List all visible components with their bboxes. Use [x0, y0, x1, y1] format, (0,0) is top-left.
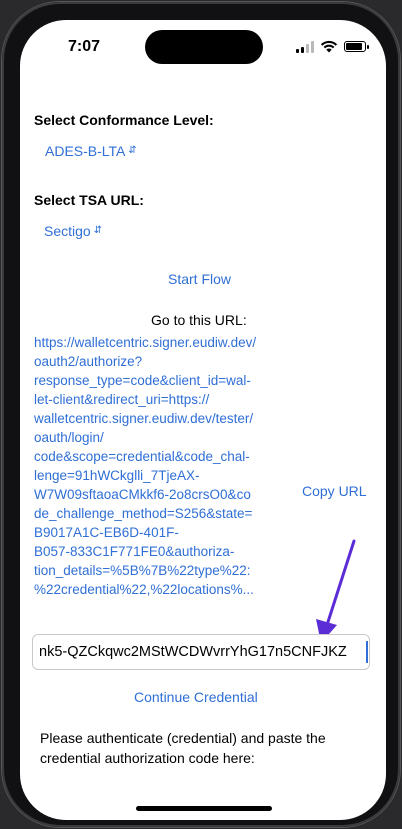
conformance-level-value: ADES-B-LTA [45, 143, 126, 159]
conformance-level-label: Select Conformance Level: [34, 112, 214, 128]
continue-credential-button[interactable]: Continue Credential [134, 689, 258, 705]
tsa-url-value: Sectigo [44, 223, 91, 239]
app-screen: 7:07 Select Conformance Level: ADES-B-LT… [20, 20, 386, 820]
signal-icon [296, 40, 314, 53]
status-icons [296, 40, 369, 53]
authorization-code-input[interactable] [32, 634, 370, 670]
phone-frame: 7:07 Select Conformance Level: ADES-B-LT… [2, 2, 400, 827]
wifi-icon [320, 40, 338, 53]
chevron-up-down-icon: ⇵ [128, 145, 137, 156]
dynamic-island [145, 30, 263, 64]
copy-url-button[interactable]: Copy URL [302, 483, 367, 499]
battery-icon [344, 41, 369, 52]
tsa-url-picker[interactable]: Sectigo ⇵ [44, 223, 102, 239]
status-bar: 7:07 [20, 20, 386, 76]
authorization-url-link[interactable]: https://walletcentric.signer.eudiw.dev/ … [34, 333, 298, 599]
authenticate-instruction-text: Please authenticate (credential) and pas… [40, 730, 326, 766]
conformance-level-picker[interactable]: ADES-B-LTA ⇵ [45, 143, 137, 159]
annotation-arrow-icon [316, 539, 356, 643]
chevron-up-down-icon: ⇵ [93, 225, 103, 236]
status-time: 7:07 [68, 38, 101, 55]
home-indicator [136, 806, 272, 811]
tsa-url-label: Select TSA URL: [34, 192, 144, 208]
start-flow-button[interactable]: Start Flow [168, 271, 231, 287]
text-caret [366, 641, 368, 663]
go-to-url-text: Go to this URL: [151, 312, 247, 328]
